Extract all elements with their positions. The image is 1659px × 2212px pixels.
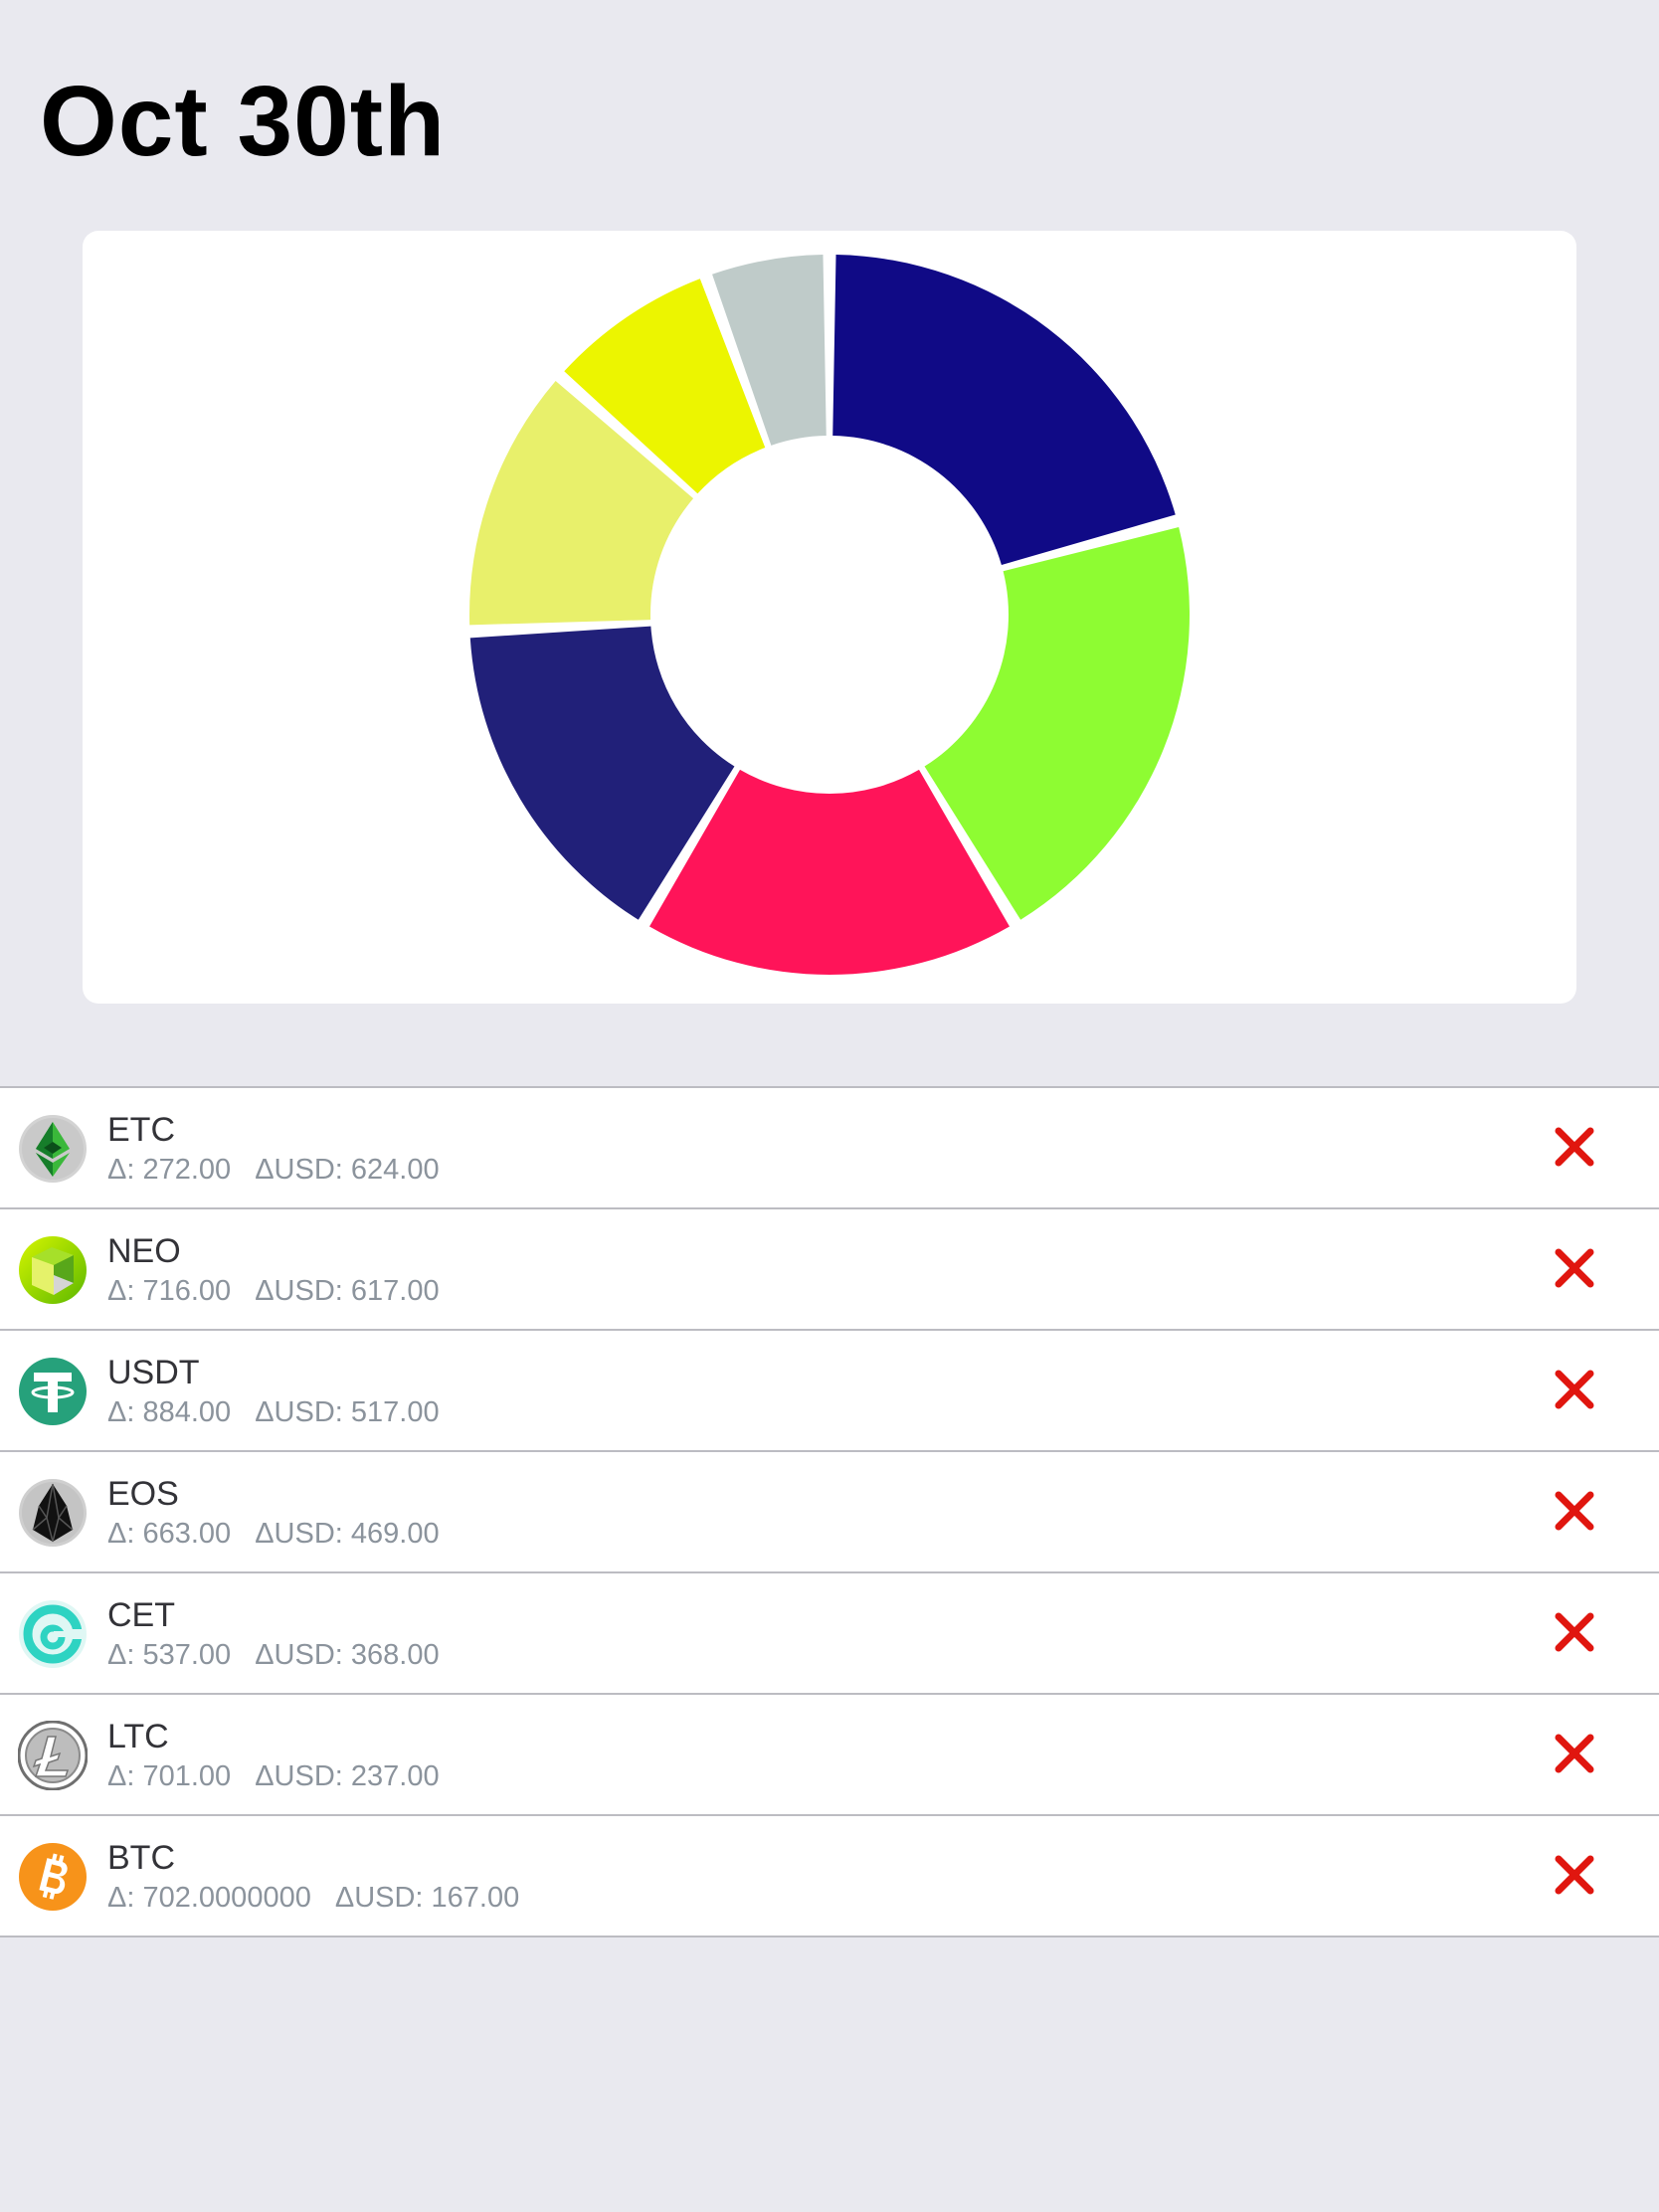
coin-delta: Δ: 272.00: [107, 1154, 232, 1186]
coin-symbol: LTC: [107, 1718, 169, 1755]
list-item[interactable]: USDT Δ: 884.00 ΔUSD: 517.00: [0, 1331, 1659, 1452]
list-item[interactable]: NEO Δ: 716.00 ΔUSD: 617.00: [0, 1209, 1659, 1331]
coin-stats: Δ: 537.00 ΔUSD: 368.00: [107, 1637, 440, 1673]
coin-usd-delta: ΔUSD: 167.00: [334, 1882, 520, 1914]
coin-stats: Δ: 716.00 ΔUSD: 617.00: [107, 1273, 440, 1309]
etc-icon: [18, 1114, 88, 1184]
coin-symbol: EOS: [107, 1475, 179, 1513]
coin-usd-delta: ΔUSD: 617.00: [255, 1275, 440, 1307]
list-item[interactable]: EOS Δ: 663.00 ΔUSD: 469.00: [0, 1452, 1659, 1573]
cet-icon: [18, 1599, 88, 1669]
close-icon: [1555, 1370, 1594, 1409]
chart-card: [83, 231, 1576, 1004]
ltc-icon: [18, 1721, 88, 1790]
coin-list: ETC Δ: 272.00 ΔUSD: 624.00 NEO Δ: 716.00…: [0, 1086, 1659, 1937]
usdt-icon: [18, 1357, 88, 1426]
coin-delta: Δ: 701.00: [107, 1760, 232, 1792]
delete-button[interactable]: [1552, 1245, 1597, 1291]
coin-delta: Δ: 702.0000000: [107, 1882, 311, 1914]
delete-button[interactable]: [1552, 1731, 1597, 1776]
list-item[interactable]: ETC Δ: 272.00 ΔUSD: 624.00: [0, 1088, 1659, 1209]
coin-usd-delta: ΔUSD: 469.00: [255, 1518, 440, 1550]
close-icon: [1555, 1734, 1594, 1773]
donut-slice-0: [832, 255, 1176, 566]
coin-symbol: ETC: [107, 1111, 175, 1149]
neo-icon: [18, 1235, 88, 1305]
coin-usd-delta: ΔUSD: 624.00: [255, 1154, 440, 1186]
coin-delta: Δ: 716.00: [107, 1275, 232, 1307]
coin-stats: Δ: 701.00 ΔUSD: 237.00: [107, 1758, 440, 1794]
close-icon: [1555, 1491, 1594, 1531]
list-item[interactable]: CET Δ: 537.00 ΔUSD: 368.00: [0, 1573, 1659, 1695]
delete-button[interactable]: [1552, 1124, 1597, 1170]
coin-usd-delta: ΔUSD: 237.00: [255, 1760, 440, 1792]
coin-stats: Δ: 272.00 ΔUSD: 624.00: [107, 1152, 440, 1188]
delete-button[interactable]: [1552, 1488, 1597, 1534]
donut-chart: [469, 255, 1190, 975]
coin-delta: Δ: 884.00: [107, 1396, 232, 1428]
coin-delta: Δ: 537.00: [107, 1639, 232, 1671]
close-icon: [1555, 1855, 1594, 1895]
list-item[interactable]: LTC Δ: 701.00 ΔUSD: 237.00: [0, 1695, 1659, 1816]
coin-usd-delta: ΔUSD: 517.00: [255, 1396, 440, 1428]
eos-icon: [18, 1478, 88, 1548]
delete-button[interactable]: [1552, 1852, 1597, 1898]
coin-delta: Δ: 663.00: [107, 1518, 232, 1550]
close-icon: [1555, 1127, 1594, 1167]
close-icon: [1555, 1612, 1594, 1652]
coin-symbol: CET: [107, 1596, 175, 1634]
coin-stats: Δ: 884.00 ΔUSD: 517.00: [107, 1394, 440, 1430]
close-icon: [1555, 1248, 1594, 1288]
btc-icon: [18, 1842, 88, 1912]
coin-symbol: BTC: [107, 1839, 175, 1877]
delete-button[interactable]: [1552, 1609, 1597, 1655]
list-item[interactable]: BTC Δ: 702.0000000 ΔUSD: 167.00: [0, 1816, 1659, 1937]
coin-symbol: USDT: [107, 1354, 200, 1391]
coin-stats: Δ: 702.0000000 ΔUSD: 167.00: [107, 1880, 519, 1916]
coin-symbol: NEO: [107, 1232, 181, 1270]
coin-usd-delta: ΔUSD: 368.00: [255, 1639, 440, 1671]
page-title: Oct 30th: [40, 66, 447, 177]
coin-stats: Δ: 663.00 ΔUSD: 469.00: [107, 1516, 440, 1552]
delete-button[interactable]: [1552, 1367, 1597, 1412]
page: Oct 30th ETC Δ: 272.00 ΔUSD: 624.00 NEO …: [0, 0, 1659, 2212]
